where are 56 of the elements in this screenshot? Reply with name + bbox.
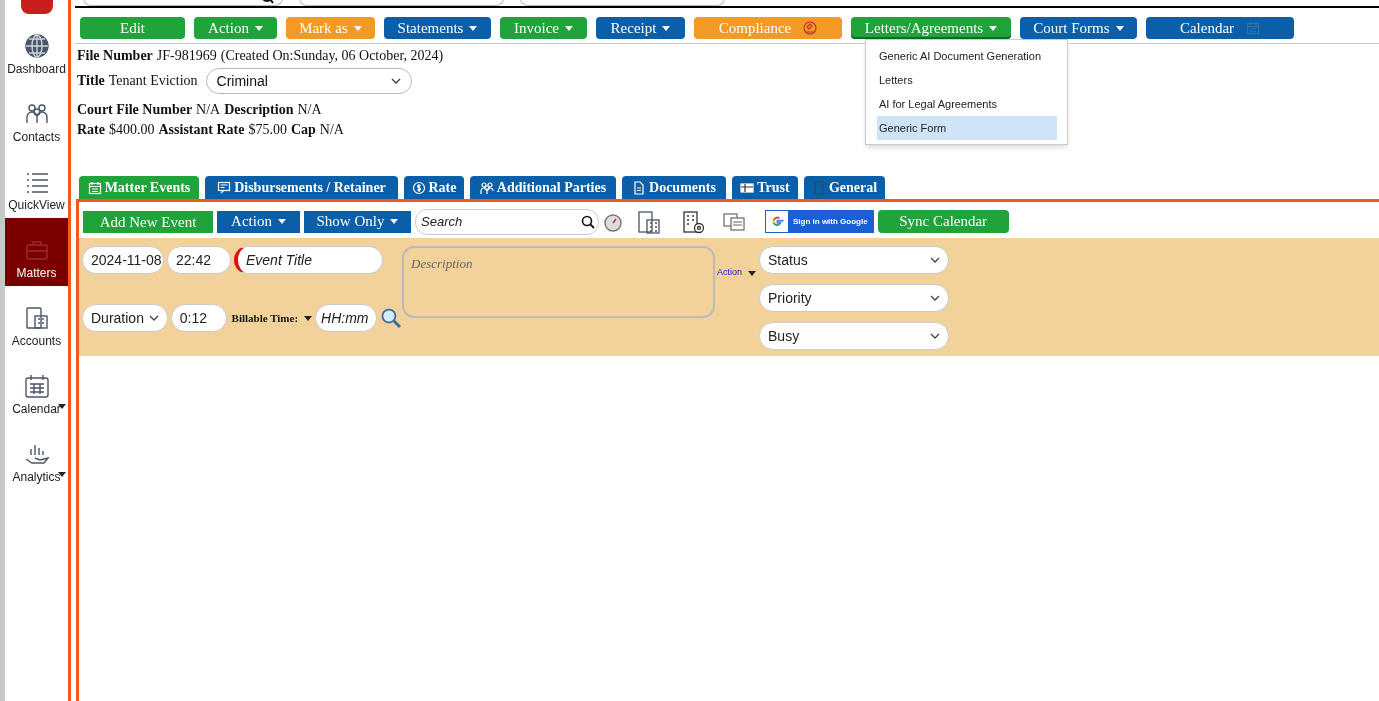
sync-calendar-button[interactable]: Sync Calendar — [877, 210, 1009, 233]
time-field[interactable]: 22:42 — [167, 246, 231, 274]
toolbar-button[interactable]: Receipt — [596, 17, 685, 39]
field-label: Description — [224, 101, 294, 119]
tab[interactable]: Rate — [404, 176, 464, 199]
tab[interactable]: Matter Events — [79, 176, 199, 199]
menu-item[interactable]: AI for Legal Agreements — [877, 92, 1057, 116]
google-sign-in-button[interactable]: Sign in with Google — [765, 210, 874, 233]
add-event-button[interactable]: Add New Event — [83, 210, 213, 233]
tab[interactable]: Disbursements / Retainer — [205, 176, 398, 199]
action-link[interactable]: Action — [717, 267, 756, 279]
action-button[interactable]: Action — [217, 210, 300, 233]
field-value: N/A — [297, 101, 322, 119]
tab[interactable]: Documents — [622, 176, 726, 199]
toolbar-button[interactable]: Court Forms — [1020, 17, 1137, 39]
toolbar-button[interactable]: Calendar — [1146, 17, 1294, 39]
tab[interactable]: Trust — [732, 176, 798, 199]
field-label: Title — [77, 72, 105, 90]
billable-time-field[interactable]: HH:mm — [315, 304, 378, 332]
dropdown-select[interactable]: Priority — [759, 284, 949, 312]
sidebar-item[interactable]: Contacts — [5, 82, 68, 150]
sidebar-item[interactable]: Dashboard — [5, 14, 68, 82]
field-label: File Number — [77, 47, 153, 65]
field-label: Cap — [290, 121, 316, 139]
dropdown-select[interactable]: Busy — [759, 322, 949, 350]
field-label: Rate — [77, 121, 105, 139]
dropdown-select[interactable]: Status — [759, 246, 949, 274]
field-label: Court File Number — [77, 101, 193, 119]
menu-item[interactable]: Letters — [877, 68, 1057, 92]
created-date: (Created On:Sunday, 06 October, 2024) — [220, 47, 444, 65]
menu-item[interactable]: Generic Form — [877, 116, 1057, 140]
field-value: N/A — [319, 121, 344, 139]
toolbar-button[interactable]: Letters/Agreements — [851, 17, 1011, 39]
sidebar-item[interactable]: QuickView — [5, 150, 68, 218]
tab[interactable]: Additional Parties — [470, 176, 616, 199]
toolbar-button[interactable]: Edit — [80, 17, 185, 39]
field-value: N/A — [196, 101, 221, 119]
sidebar-item[interactable]: Accounts — [5, 286, 68, 354]
sidebar-item[interactable]: Matters — [5, 218, 68, 286]
toolbar-button[interactable]: Invoice — [500, 17, 587, 39]
event-title-field[interactable]: Event Title — [234, 246, 383, 274]
show-only-button[interactable]: Show Only — [304, 210, 411, 233]
description-field[interactable]: Description — [402, 246, 715, 318]
toolbar-button[interactable]: Statements — [384, 17, 491, 39]
field-label: Assistant Rate — [158, 121, 245, 139]
search-field[interactable]: Search — [415, 208, 599, 235]
field-value: Tenant Eviction — [108, 72, 198, 90]
menu-item[interactable]: Generic AI Document Generation — [877, 44, 1057, 68]
date-field[interactable]: 2024-11-08 — [82, 246, 164, 274]
field-value: $400.00 — [109, 121, 155, 139]
duration-select[interactable]: Duration — [82, 304, 168, 332]
tab[interactable]: General — [804, 176, 885, 199]
toolbar-button[interactable]: Action — [194, 17, 277, 39]
field-value: JF-981969 — [156, 47, 217, 65]
duration-field[interactable]: 0:12 — [170, 304, 227, 332]
field-value: $75.00 — [248, 121, 287, 139]
